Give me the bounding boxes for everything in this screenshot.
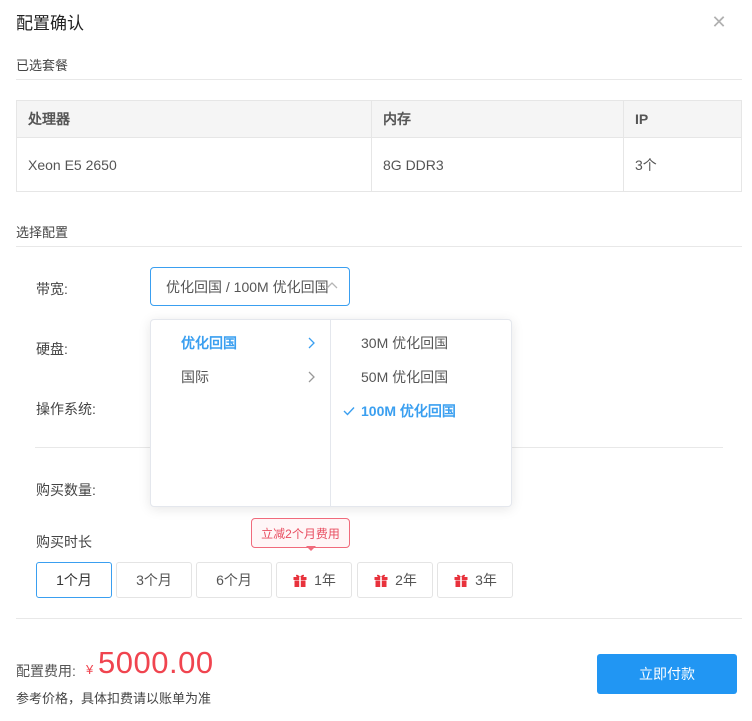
cascader-item-optimized-return[interactable]: 优化回国 xyxy=(151,326,330,360)
table-row: Xeon E5 2650 8G DDR3 3个 xyxy=(17,138,741,192)
bandwidth-value: 优化回国 / 100M 优化回国 xyxy=(166,278,329,295)
tooltip-arrow xyxy=(306,546,316,551)
duration-option-label: 3个月 xyxy=(136,572,172,588)
duration-option-label: 2年 xyxy=(395,572,417,588)
package-table: 处理器 内存 IP Xeon E5 2650 8G DDR3 3个 xyxy=(16,100,742,192)
duration-option-6-months[interactable]: 6个月 xyxy=(196,562,272,598)
section-divider xyxy=(16,79,742,80)
cascader-option-label: 50M 优化回国 xyxy=(361,369,449,385)
column-header-ip: IP xyxy=(635,111,649,127)
cascader-option-label: 30M 优化回国 xyxy=(361,335,449,351)
chevron-right-icon xyxy=(308,337,315,349)
column-header-cpu: 处理器 xyxy=(17,101,372,137)
chevron-up-icon xyxy=(326,282,338,289)
cascader-item-label: 国际 xyxy=(181,369,209,385)
duration-option-label: 1个月 xyxy=(56,572,92,588)
dialog-title: 配置确认 xyxy=(16,14,84,33)
table-header-row: 处理器 内存 IP xyxy=(17,101,741,138)
disk-label: 硬盘: xyxy=(36,341,68,357)
gift-icon xyxy=(293,574,307,587)
duration-option-3-months[interactable]: 3个月 xyxy=(116,562,192,598)
price-value: 5000.00 xyxy=(98,645,214,680)
section-divider xyxy=(16,246,742,247)
column-header-memory: 内存 xyxy=(372,101,624,137)
duration-option-1-year[interactable]: 1年 xyxy=(276,562,352,598)
quantity-label: 购买数量: xyxy=(36,482,96,498)
duration-option-label: 6个月 xyxy=(216,572,252,588)
select-config-label: 选择配置 xyxy=(16,225,69,240)
bandwidth-cascader[interactable]: 优化回国 / 100M 优化回国 xyxy=(150,267,350,306)
gift-icon xyxy=(454,574,468,587)
currency-symbol: ¥ xyxy=(86,662,94,677)
cascader-option-30m[interactable]: 30M 优化回国 xyxy=(331,326,513,360)
os-label: 操作系统: xyxy=(36,401,96,417)
cell-memory: 8G DDR3 xyxy=(372,138,624,192)
cascader-option-100m[interactable]: 100M 优化回国 xyxy=(331,394,513,428)
fee-label: 配置费用: xyxy=(16,663,76,679)
price-note: 参考价格，具体扣费请以账单为准 xyxy=(16,691,212,706)
cascader-menu-level2: 30M 优化回国 50M 优化回国 100M 优化回国 xyxy=(331,320,513,506)
pay-now-button[interactable]: 立即付款 xyxy=(597,654,737,694)
duration-option-label: 1年 xyxy=(314,572,336,588)
cascader-item-label: 优化回国 xyxy=(181,335,237,351)
chevron-right-icon xyxy=(308,371,315,383)
duration-label: 购买时长 xyxy=(36,534,92,550)
cascader-option-50m[interactable]: 50M 优化回国 xyxy=(331,360,513,394)
close-icon[interactable]: ✕ xyxy=(709,12,729,32)
gift-icon xyxy=(374,574,388,587)
bandwidth-label: 带宽: xyxy=(36,281,68,297)
duration-option-1-month[interactable]: 1个月 xyxy=(36,562,112,598)
cascader-dropdown: 优化回国 国际 30M 优化回国 50M 优化回国 100M 优化回国 xyxy=(150,319,512,507)
selected-package-label: 已选套餐 xyxy=(16,58,69,73)
cell-cpu: Xeon E5 2650 xyxy=(17,138,372,192)
cell-ip: 3个 xyxy=(635,157,657,173)
cascader-menu-level1: 优化回国 国际 xyxy=(151,320,331,506)
check-icon xyxy=(343,407,355,416)
duration-option-label: 3年 xyxy=(475,572,497,588)
promo-tooltip: 立减2个月费用 xyxy=(251,518,350,548)
footer-divider xyxy=(16,618,742,619)
duration-option-2-years[interactable]: 2年 xyxy=(357,562,433,598)
cascader-option-label: 100M 优化回国 xyxy=(361,403,456,419)
duration-option-3-years[interactable]: 3年 xyxy=(437,562,513,598)
cascader-item-international[interactable]: 国际 xyxy=(151,360,330,394)
